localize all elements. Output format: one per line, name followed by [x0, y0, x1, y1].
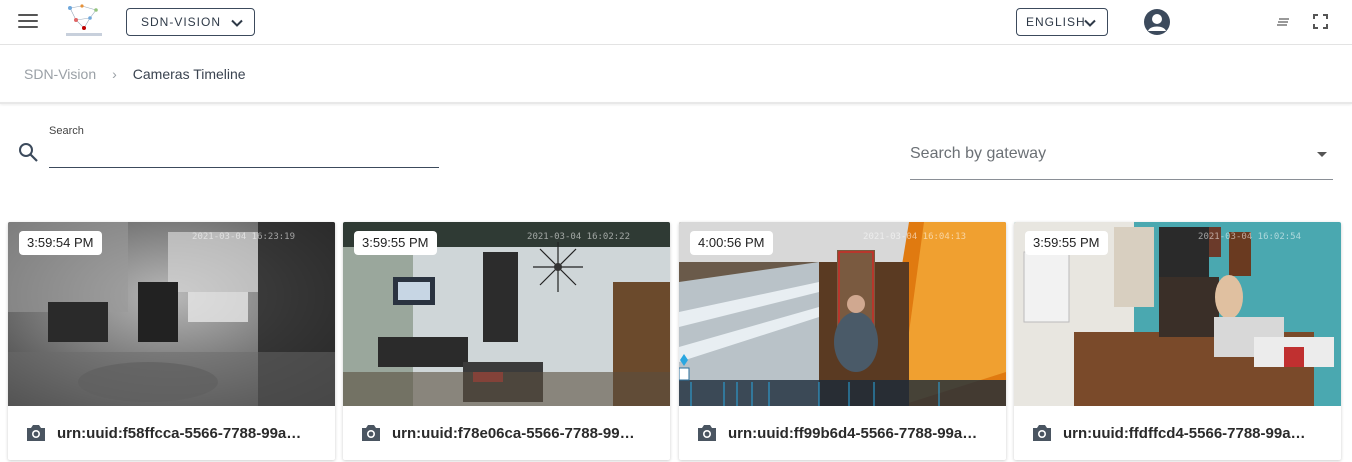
camera-card-footer: urn:uuid:f58ffcca-5566-7788-99a… — [8, 406, 335, 460]
camera-card-footer: urn:uuid:ffdffcd4-5566-7788-99a… — [1014, 406, 1341, 460]
camera-urn: urn:uuid:f78e06ca-5566-7788-99… — [392, 424, 635, 442]
camera-overlay-timestamp: 2021-03-04 16:04:13 — [863, 232, 966, 242]
chevron-down-icon — [231, 19, 243, 27]
gateway-search-select[interactable]: Search by gateway — [910, 136, 1333, 180]
camera-icon — [27, 425, 45, 441]
camera-card[interactable]: 3:59:54 PM 2021-03-04 16:23:19 urn:uuid:… — [8, 222, 335, 460]
capture-time-badge: 3:59:55 PM — [354, 231, 437, 255]
camera-urn: urn:uuid:ffdffcd4-5566-7788-99a… — [1063, 424, 1306, 442]
capture-time-badge: 3:59:54 PM — [19, 231, 102, 255]
camera-urn: urn:uuid:ff99b6d4-5566-7788-99a… — [728, 424, 978, 442]
language-selector[interactable]: ENGLISH — [1016, 8, 1108, 36]
gateway-search-placeholder: Search by gateway — [910, 145, 1047, 162]
camera-overlay-timestamp: 2021-03-04 16:02:54 — [1198, 232, 1301, 242]
breadcrumb-current: Cameras Timeline — [132, 66, 246, 82]
breadcrumb: SDN-Vision › Cameras Timeline — [24, 66, 246, 82]
capture-time-badge: 3:59:55 PM — [1025, 231, 1108, 255]
logo — [66, 4, 102, 36]
breadcrumb-root-link[interactable]: SDN-Vision — [24, 66, 96, 82]
capture-time-badge: 4:00:56 PM — [690, 231, 773, 255]
fullscreen-icon[interactable] — [1312, 13, 1329, 30]
top-bar: SDN-VISION ENGLISH — [0, 0, 1352, 45]
camera-icon — [698, 425, 716, 441]
search-label: Search — [49, 125, 84, 137]
dropdown-caret-icon — [1317, 152, 1327, 157]
search-input[interactable] — [49, 142, 439, 168]
camera-urn: urn:uuid:f58ffcca-5566-7788-99a… — [57, 424, 302, 442]
camera-overlay-timestamp: 2021-03-04 16:02:22 — [527, 232, 630, 242]
camera-card-footer: urn:uuid:ff99b6d4-5566-7788-99a… — [679, 406, 1006, 460]
organization-selector[interactable]: SDN-VISION — [126, 8, 255, 36]
camera-overlay-timestamp: 2021-03-04 16:23:19 — [192, 232, 295, 242]
hamburger-menu-icon[interactable] — [18, 14, 38, 30]
camera-icon — [362, 425, 380, 441]
divider — [0, 102, 1352, 104]
language-selector-label: ENGLISH — [1026, 15, 1086, 29]
breadcrumb-separator: › — [112, 66, 117, 82]
user-avatar-icon[interactable] — [1143, 8, 1171, 36]
search-icon — [19, 143, 38, 162]
camera-card-footer: urn:uuid:f78e06ca-5566-7788-99… — [343, 406, 670, 460]
sort-lines-icon[interactable] — [1275, 14, 1291, 30]
organization-selector-label: SDN-VISION — [141, 15, 222, 29]
camera-icon — [1033, 425, 1051, 441]
camera-card[interactable]: 3:59:55 PM 2021-03-04 16:02:22 urn:uuid:… — [343, 222, 670, 460]
camera-card[interactable]: 4:00:56 PM 2021-03-04 16:04:13 urn:uuid:… — [679, 222, 1006, 460]
camera-card[interactable]: 3:59:55 PM 2021-03-04 16:02:54 urn:uuid:… — [1014, 222, 1341, 460]
chevron-down-icon — [1084, 19, 1096, 27]
